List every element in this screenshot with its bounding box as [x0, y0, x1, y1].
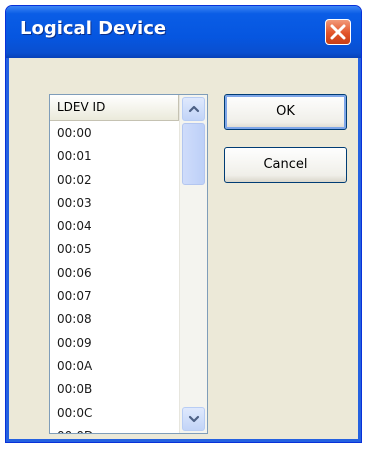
- list-item[interactable]: 00:09: [50, 332, 179, 355]
- cancel-button[interactable]: Cancel: [224, 147, 347, 183]
- close-icon: [330, 24, 346, 40]
- list-item[interactable]: 00:0A: [50, 355, 179, 378]
- list-item[interactable]: 00:04: [50, 215, 179, 238]
- scroll-up-button[interactable]: [182, 97, 205, 121]
- list-item[interactable]: 00:05: [50, 238, 179, 261]
- column-header-ldev-id[interactable]: LDEV ID: [50, 95, 179, 121]
- title-bar[interactable]: Logical Device: [6, 6, 361, 58]
- list-item[interactable]: 00:01: [50, 145, 179, 168]
- list-item[interactable]: 00:07: [50, 285, 179, 308]
- list-item[interactable]: 00:0C: [50, 402, 179, 425]
- chevron-up-icon: [188, 105, 200, 113]
- list-item[interactable]: 00:02: [50, 169, 179, 192]
- list-item[interactable]: 00:08: [50, 308, 179, 331]
- list-item[interactable]: 00:0B: [50, 378, 179, 401]
- column-header-label: LDEV ID: [57, 100, 106, 114]
- list-item[interactable]: 00:00: [50, 122, 179, 145]
- scrollbar-thumb[interactable]: [182, 123, 205, 185]
- chevron-down-icon: [188, 415, 200, 423]
- vertical-scrollbar[interactable]: [179, 95, 207, 433]
- ldev-list: 00:00 00:01 00:02 00:03 00:04 00:05 00:0…: [50, 122, 179, 433]
- scroll-down-button[interactable]: [182, 407, 205, 431]
- logical-device-dialog: Logical Device LDEV ID 00:00 00:01 00:02…: [5, 5, 362, 443]
- list-item[interactable]: 00:06: [50, 262, 179, 285]
- window-title: Logical Device: [20, 18, 167, 39]
- list-item[interactable]: 00:0D: [50, 425, 179, 433]
- list-item[interactable]: 00:03: [50, 192, 179, 215]
- ldev-listbox[interactable]: LDEV ID 00:00 00:01 00:02 00:03 00:04 00…: [49, 94, 208, 434]
- close-button[interactable]: [325, 19, 351, 45]
- ok-button[interactable]: OK: [224, 94, 347, 130]
